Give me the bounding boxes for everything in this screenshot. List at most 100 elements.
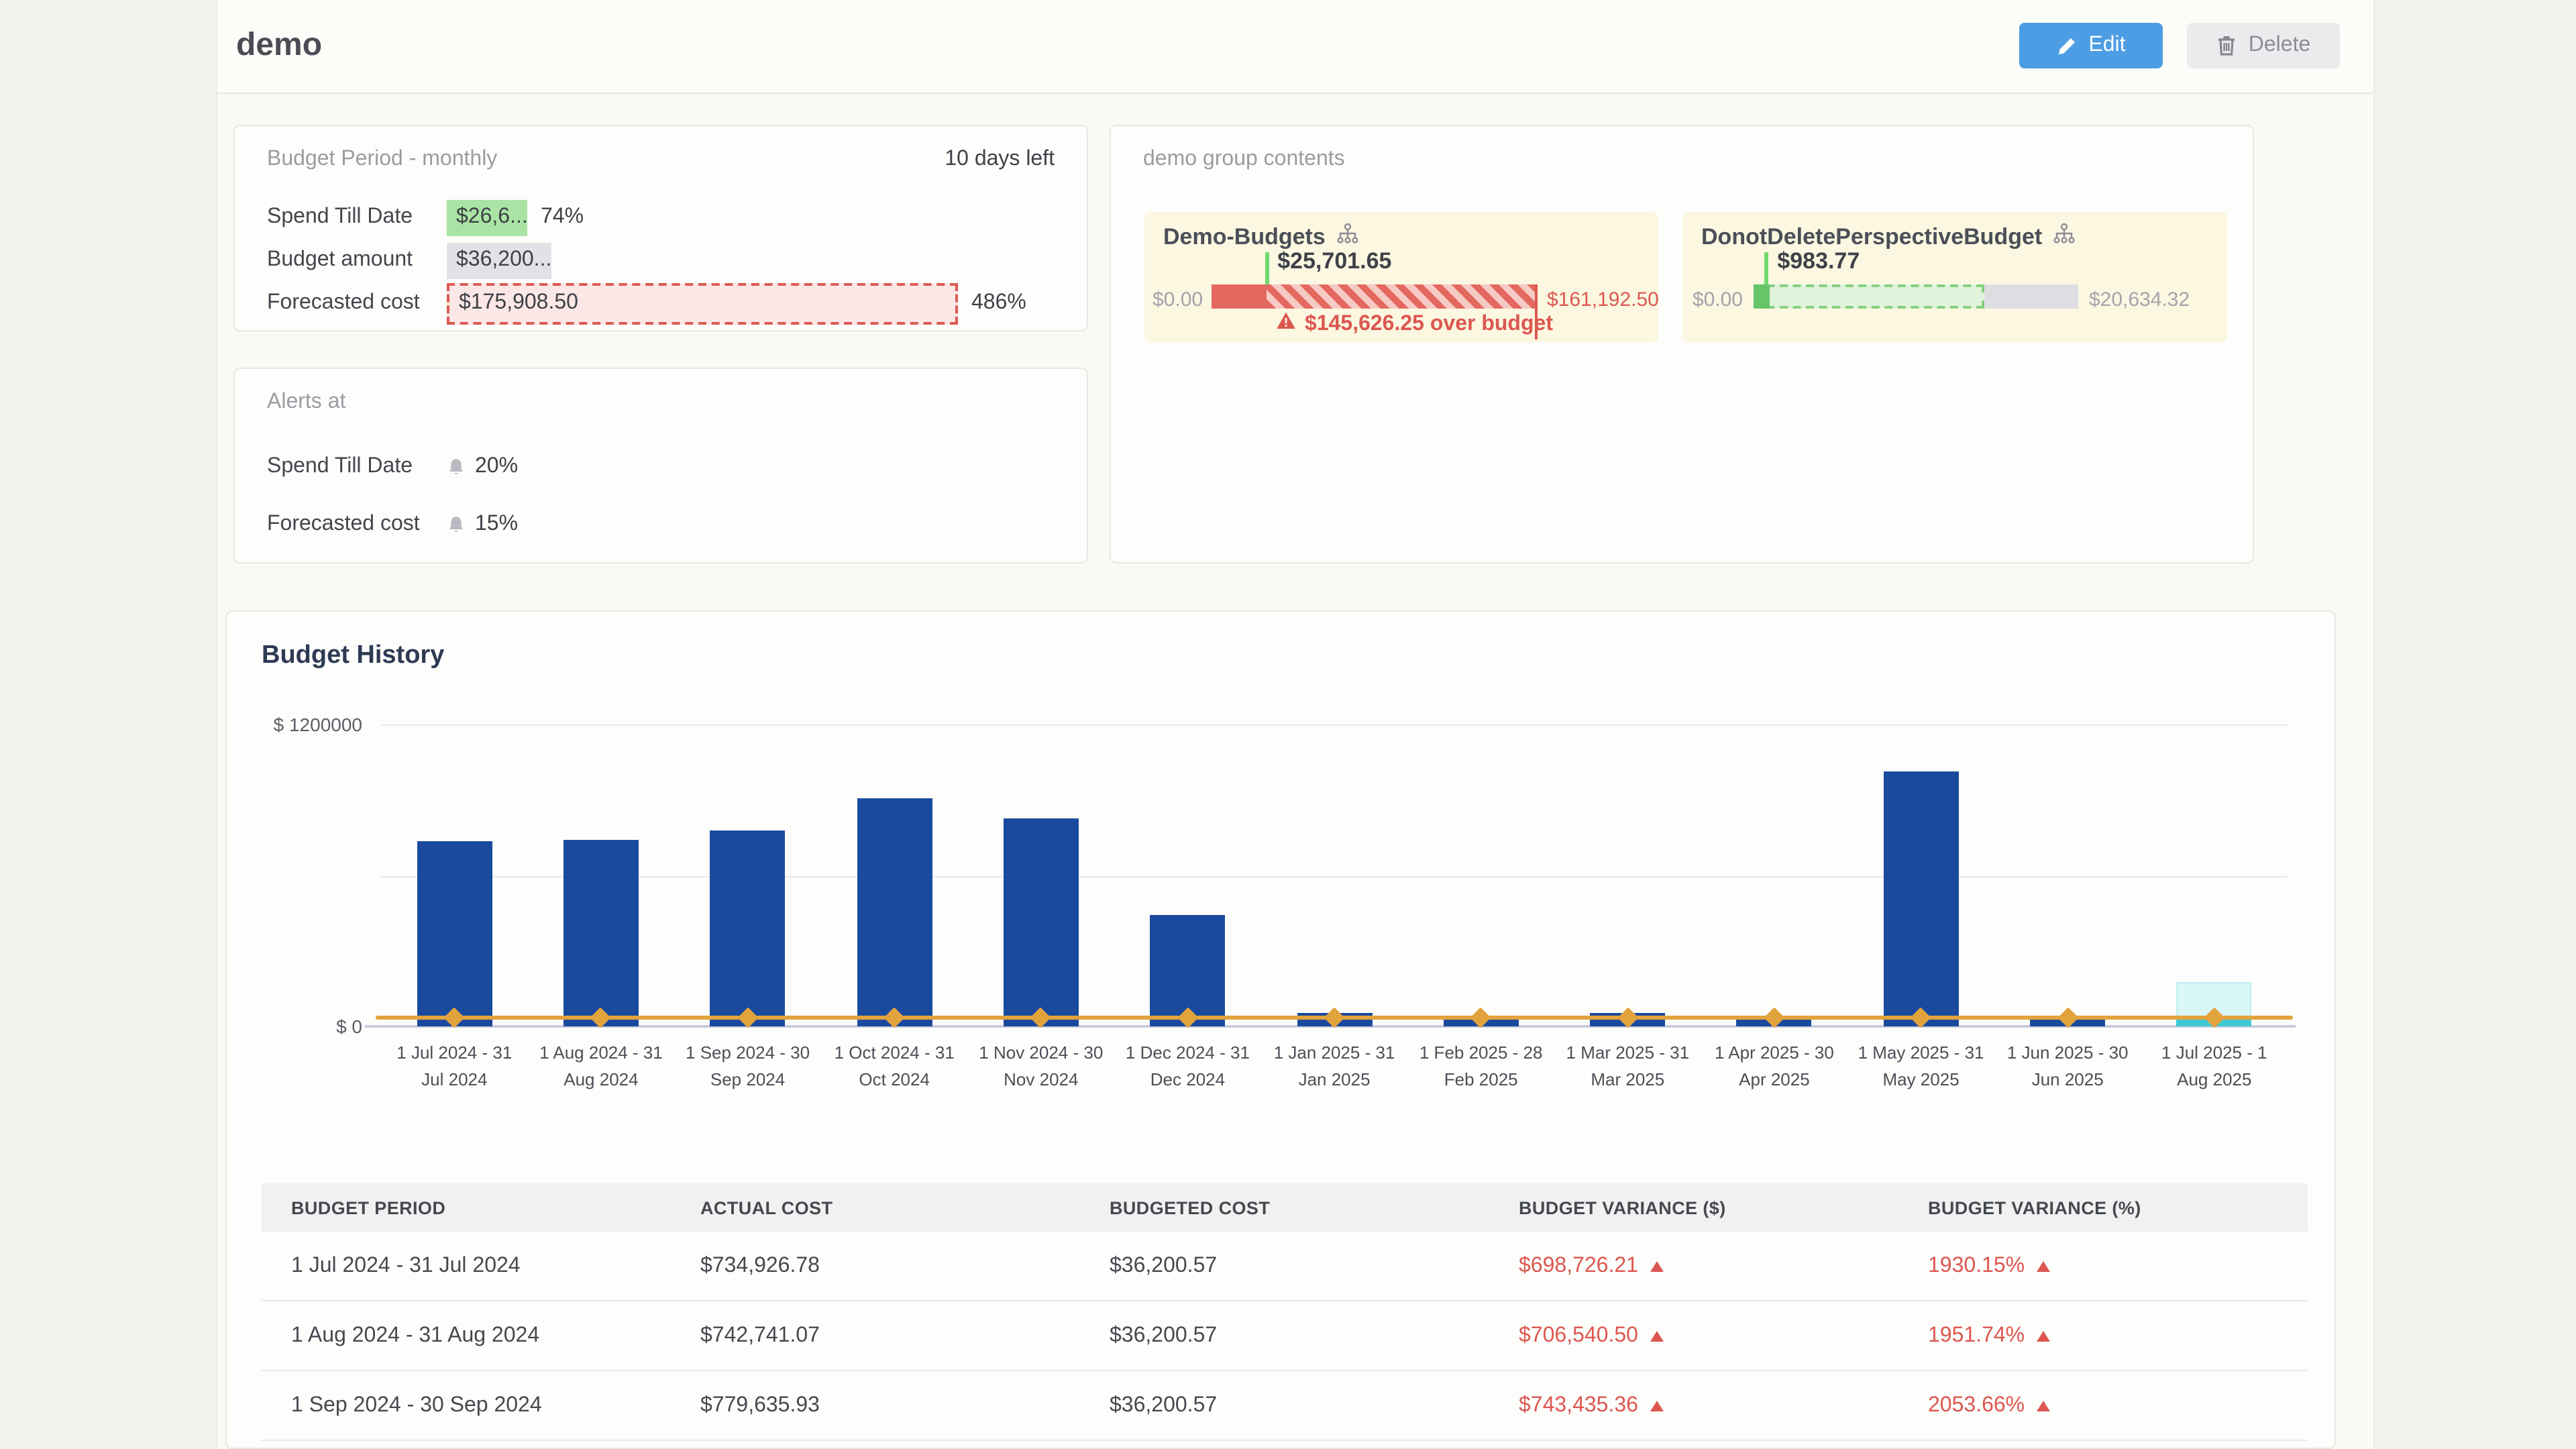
tile-budget-value: $983.77: [1777, 248, 1860, 275]
bar-min-label: $0.00: [1690, 288, 1743, 311]
spend-till-date-label: Spend Till Date: [267, 205, 447, 229]
forecasted-cost-percent: 486%: [971, 291, 1026, 315]
y-axis-label-zero: $ 0: [227, 1016, 362, 1037]
col-actual-cost: ACTUAL COST: [671, 1197, 1080, 1218]
group-contents-card: demo group contents Demo-Budgets $25,701…: [1110, 125, 2254, 564]
bar-min-label: $0.00: [1152, 288, 1201, 311]
tile-name-label: Demo-Budgets: [1163, 224, 1326, 251]
delete-button-label: Delete: [2249, 34, 2311, 58]
alert-row-forecast: Forecasted cost 15%: [267, 507, 1060, 542]
budget-history-title: Budget History: [262, 641, 444, 671]
actual-cost-bar[interactable]: [564, 840, 639, 1027]
alert-spend-value: 20%: [475, 455, 518, 479]
actual-cost-bar[interactable]: [417, 841, 492, 1026]
alert-forecast-value: 15%: [475, 513, 518, 537]
edit-button-label: Edit: [2088, 34, 2125, 58]
bell-icon: [447, 515, 466, 535]
variance-up-icon: [2037, 1260, 2050, 1271]
tile-name-row: DonotDeletePerspectiveBudget: [1701, 223, 2076, 252]
cell-variance-usd: $743,435.36: [1489, 1393, 1898, 1417]
x-axis-tick-label: 1 Jul 2025 - 1Aug 2025: [2141, 1040, 2288, 1094]
pencil-icon: [2056, 36, 2076, 56]
x-axis-tick-label: 1 Sep 2024 - 30Sep 2024: [674, 1040, 821, 1094]
cell-actual-cost: $734,926.78: [671, 1254, 1080, 1278]
variance-up-icon: [1650, 1330, 1664, 1341]
bar-max-label: $161,192.50: [1547, 288, 1659, 311]
budget-tile-demo-budgets[interactable]: Demo-Budgets $25,701.65 $0.00 $: [1144, 212, 1658, 342]
variance-up-icon: [2037, 1330, 2050, 1341]
actual-cost-bar[interactable]: [1004, 818, 1079, 1026]
chart-plot-area: [381, 724, 2288, 1026]
x-axis-tick-label: 1 Nov 2024 - 30Nov 2024: [968, 1040, 1115, 1094]
cell-budgeted-cost: $36,200.57: [1080, 1254, 1489, 1278]
cell-budget-period: 1 Jul 2024 - 31 Jul 2024: [262, 1254, 671, 1278]
table-row: 1 Jul 2024 - 31 Jul 2024$734,926.78$36,2…: [262, 1232, 2308, 1301]
hierarchy-icon[interactable]: [2053, 223, 2076, 252]
budget-amount-value-chip[interactable]: $36,200....: [447, 242, 551, 278]
col-budget-variance-usd: BUDGET VARIANCE ($): [1489, 1197, 1898, 1218]
alerts-card-title: Alerts at: [267, 390, 345, 415]
over-budget-text: $145,626.25 over budget: [1305, 312, 1553, 336]
budget-progress-bar[interactable]: [1754, 284, 2078, 309]
tile-budget-value: $25,701.65: [1277, 248, 1391, 275]
cell-variance-usd: $706,540.50: [1489, 1324, 1898, 1348]
budget-amount-row: Budget amount $36,200....: [267, 241, 1060, 279]
tile-name-label: DonotDeletePerspectiveBudget: [1701, 224, 2042, 251]
spend-till-date-row: Spend Till Date $26,6... 74%: [267, 199, 1060, 236]
forecasted-cost-value-chip[interactable]: $175,908.50: [447, 282, 958, 324]
actual-cost-bar[interactable]: [710, 830, 786, 1026]
alert-forecast-label: Forecasted cost: [267, 513, 447, 537]
x-axis-tick-label: 1 Mar 2025 - 31Mar 2025: [1554, 1040, 1701, 1094]
content-panel: demo Edit Delete Budget Period - monthl: [216, 0, 2375, 1449]
bar-max-label: $20,634.32: [2089, 288, 2190, 311]
spend-segment: [1754, 284, 1770, 309]
variance-up-icon: [1650, 1400, 1664, 1411]
budget-history-table: BUDGET PERIOD ACTUAL COST BUDGETED COST …: [262, 1183, 2308, 1441]
x-axis-tick-label: 1 Jan 2025 - 31Jan 2025: [1261, 1040, 1408, 1094]
delete-button[interactable]: Delete: [2187, 23, 2340, 68]
bell-icon: [447, 457, 466, 477]
x-axis-labels: 1 Jul 2024 - 31Jul 20241 Aug 2024 - 31Au…: [381, 1040, 2288, 1094]
cell-actual-cost: $779,635.93: [671, 1393, 1080, 1417]
col-budget-period: BUDGET PERIOD: [262, 1197, 671, 1218]
alerts-card: Alerts at Spend Till Date 20% Forecasted…: [233, 368, 1088, 564]
table-header-row: BUDGET PERIOD ACTUAL COST BUDGETED COST …: [262, 1183, 2308, 1232]
variance-up-icon: [2037, 1400, 2050, 1411]
spend-till-date-percent: 74%: [541, 205, 584, 229]
actual-cost-bar[interactable]: [857, 798, 932, 1027]
days-left-label: 10 days left: [945, 148, 1055, 172]
alert-row-spend: Spend Till Date 20%: [267, 449, 1060, 484]
cell-budget-period: 1 Sep 2024 - 30 Sep 2024: [262, 1393, 671, 1417]
cell-variance-usd: $698,726.21: [1489, 1254, 1898, 1278]
forecast-segment: [1754, 284, 1984, 309]
x-axis-tick-label: 1 Oct 2024 - 31Oct 2024: [821, 1040, 968, 1094]
budget-progress-bar[interactable]: [1212, 284, 1536, 309]
variance-up-icon: [1650, 1260, 1664, 1271]
budget-period-card: Budget Period - monthly 10 days left Spe…: [233, 125, 1088, 331]
col-budgeted-cost: BUDGETED COST: [1080, 1197, 1489, 1218]
warning-icon: [1275, 311, 1295, 337]
trash-icon: [2216, 35, 2237, 56]
x-axis-tick-label: 1 Apr 2025 - 30Apr 2025: [1701, 1040, 1848, 1094]
budget-tile-donotdelete[interactable]: DonotDeletePerspectiveBudget $983.77 $0.…: [1682, 212, 2227, 342]
page-header: demo Edit Delete: [217, 0, 2373, 94]
cell-budgeted-cost: $36,200.57: [1080, 1324, 1489, 1348]
page: demo Edit Delete Budget Period - monthl: [0, 0, 2576, 1449]
edit-button[interactable]: Edit: [2019, 23, 2163, 68]
x-axis-tick-label: 1 Feb 2025 - 28Feb 2025: [1407, 1040, 1554, 1094]
table-body: 1 Jul 2024 - 31 Jul 2024$734,926.78$36,2…: [262, 1232, 2308, 1441]
budget-period-rows: Spend Till Date $26,6... 74% Budget amou…: [267, 199, 1060, 327]
x-axis-tick-label: 1 Aug 2024 - 31Aug 2024: [528, 1040, 675, 1094]
spend-segment: [1212, 284, 1267, 309]
actual-cost-bar[interactable]: [1883, 772, 1958, 1027]
cell-variance-pct: 1951.74%: [1898, 1324, 2308, 1348]
budget-history-chart: $ 1200000 $ 0 1 Jul 2024 - 31Jul 20241 A…: [227, 692, 2334, 1162]
x-axis-tick-label: 1 Dec 2024 - 31Dec 2024: [1114, 1040, 1261, 1094]
group-contents-card-title: demo group contents: [1143, 148, 1345, 172]
budget-history-card: Budget History $ 1200000 $ 0 1 Jul 2024 …: [225, 610, 2336, 1449]
cell-variance-pct: 1930.15%: [1898, 1254, 2308, 1278]
budget-amount-label: Budget amount: [267, 248, 447, 272]
over-budget-hatched-segment: [1267, 284, 1536, 309]
gridline: [381, 875, 2288, 877]
spend-till-date-value-chip[interactable]: $26,6...: [447, 199, 527, 235]
